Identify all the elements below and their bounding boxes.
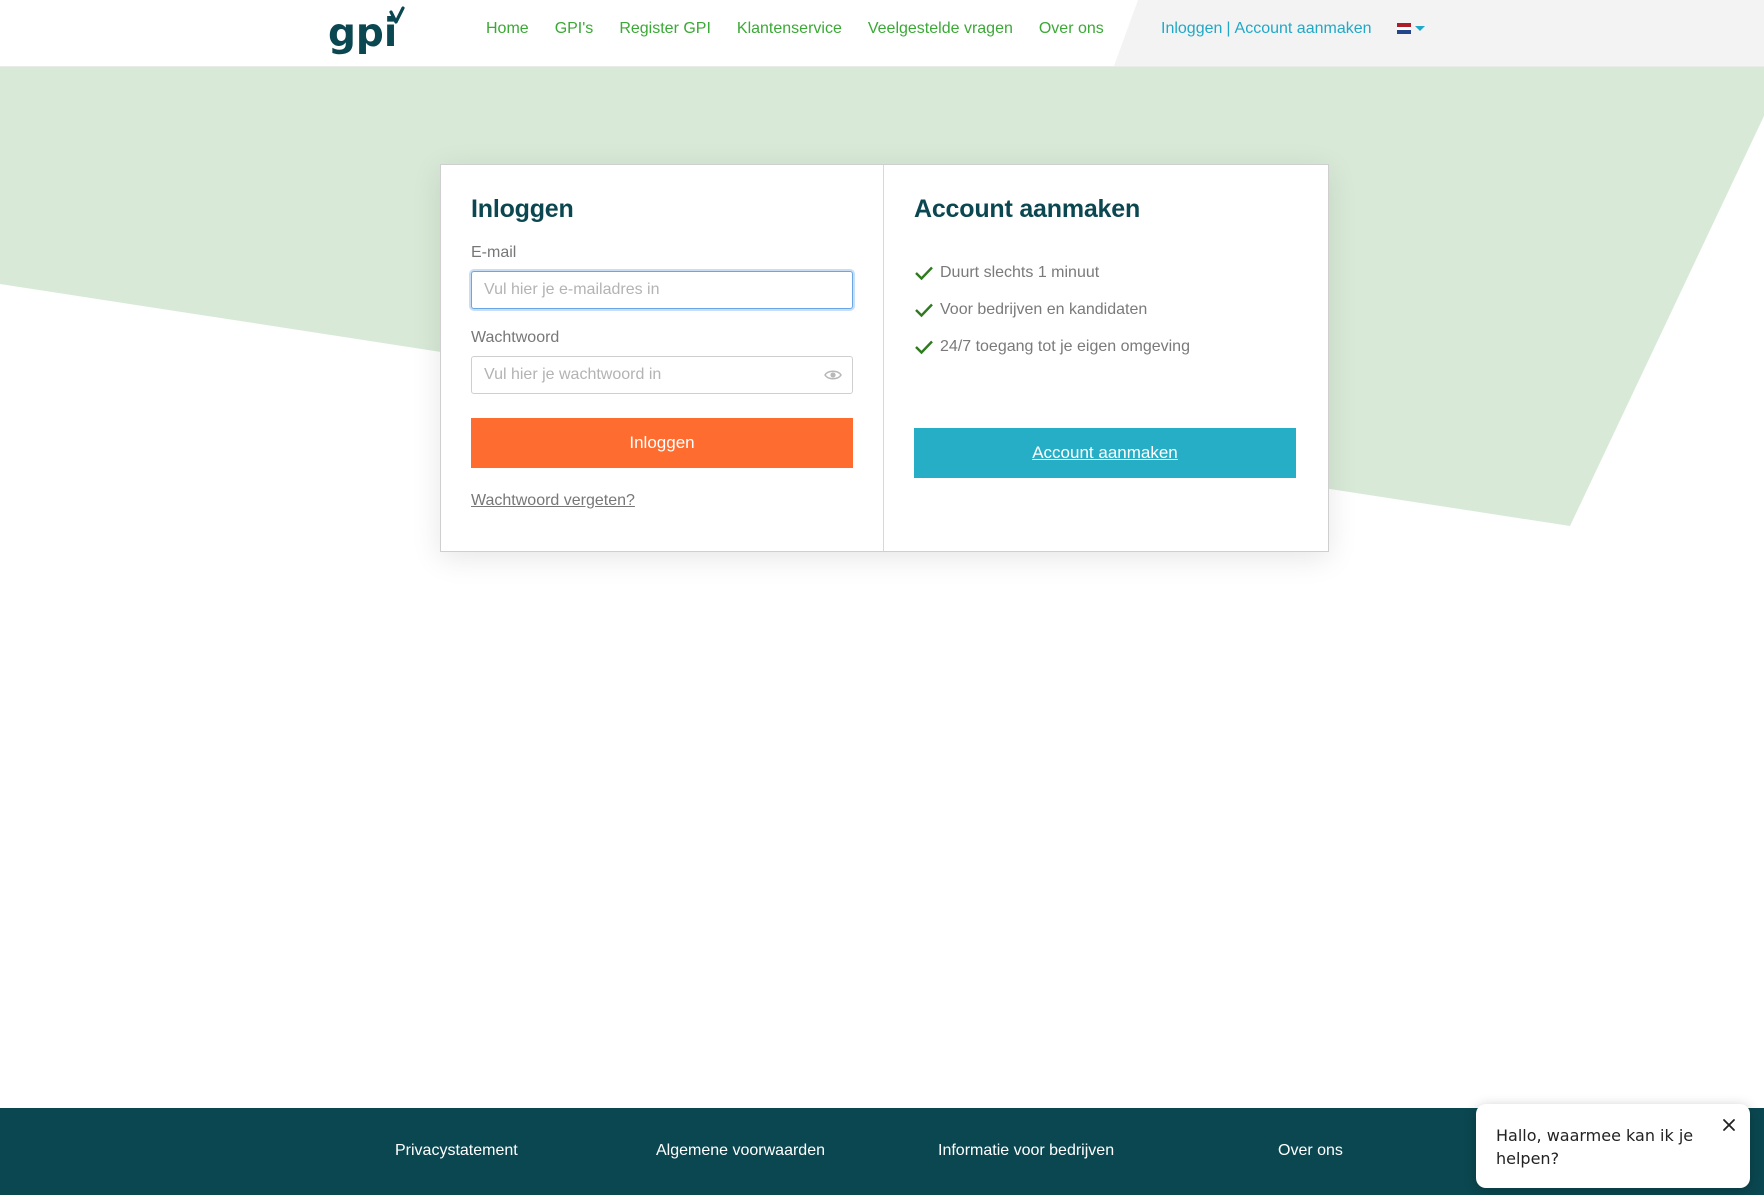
header-login-link[interactable]: Inloggen [1161, 20, 1222, 38]
password-label: Wachtwoord [471, 329, 560, 346]
create-account-button[interactable]: Account aanmaken [914, 428, 1296, 478]
forgot-password-link[interactable]: Wachtwoord vergeten? [471, 492, 635, 510]
email-input[interactable] [472, 272, 852, 308]
benefit-text: Duurt slechts 1 minuut [940, 263, 1100, 281]
list-item: Duurt slechts 1 minuut [914, 254, 1297, 291]
nav-register-gpi[interactable]: Register GPI [619, 20, 711, 38]
check-icon [915, 266, 933, 280]
login-button[interactable]: Inloggen [471, 418, 853, 468]
chat-popup[interactable]: Hallo, waarmee kan ik je helpen? [1476, 1104, 1750, 1188]
benefit-text: Voor bedrijven en kandidaten [940, 300, 1148, 318]
login-panel: Inloggen E-mail Wachtwoord Inloggen Wach… [441, 165, 884, 551]
nav-gpis[interactable]: GPI's [555, 20, 594, 38]
check-icon [915, 340, 933, 354]
close-icon[interactable] [1722, 1118, 1736, 1132]
eye-icon[interactable] [824, 368, 842, 382]
nav-veelgestelde-vragen[interactable]: Veelgestelde vragen [868, 20, 1013, 38]
email-label: E-mail [471, 244, 517, 261]
flag-netherlands-icon [1397, 23, 1411, 35]
caret-down-icon [1415, 26, 1425, 31]
register-panel: Account aanmaken Duurt slechts 1 minuut … [884, 165, 1327, 551]
account-links: Inloggen | Account aanmaken [1161, 0, 1372, 58]
chat-message: Hallo, waarmee kan ik je helpen? [1496, 1126, 1694, 1168]
language-selector[interactable] [1397, 23, 1425, 35]
login-title: Inloggen [471, 195, 574, 223]
footer-about-link[interactable]: Over ons [1278, 1142, 1343, 1160]
nav-over-ons[interactable]: Over ons [1039, 20, 1104, 38]
main-nav: Home GPI's Register GPI Klantenservice V… [486, 0, 1104, 58]
gpi-logo[interactable]: gpi [328, 6, 408, 56]
auth-card: Inloggen E-mail Wachtwoord Inloggen Wach… [440, 164, 1329, 552]
email-field-wrapper [471, 271, 853, 309]
password-field-wrapper [471, 356, 853, 394]
site-header: gpi Home GPI's Register GPI Klantenservi… [0, 0, 1764, 67]
footer-privacy-link[interactable]: Privacystatement [395, 1142, 518, 1160]
header-create-account-link[interactable]: Account aanmaken [1235, 20, 1372, 38]
list-item: Voor bedrijven en kandidaten [914, 291, 1297, 328]
benefit-text: 24/7 toegang tot je eigen omgeving [940, 337, 1190, 355]
footer-business-info-link[interactable]: Informatie voor bedrijven [938, 1142, 1114, 1160]
logo-text: gpi [328, 11, 397, 56]
register-title: Account aanmaken [914, 195, 1141, 223]
footer-terms-link[interactable]: Algemene voorwaarden [656, 1142, 825, 1160]
nav-klantenservice[interactable]: Klantenservice [737, 20, 842, 38]
account-links-separator: | [1226, 20, 1231, 37]
benefits-list: Duurt slechts 1 minuut Voor bedrijven en… [914, 254, 1297, 365]
password-input[interactable] [472, 357, 852, 393]
nav-home[interactable]: Home [486, 20, 529, 38]
check-icon [915, 303, 933, 317]
list-item: 24/7 toegang tot je eigen omgeving [914, 328, 1297, 365]
